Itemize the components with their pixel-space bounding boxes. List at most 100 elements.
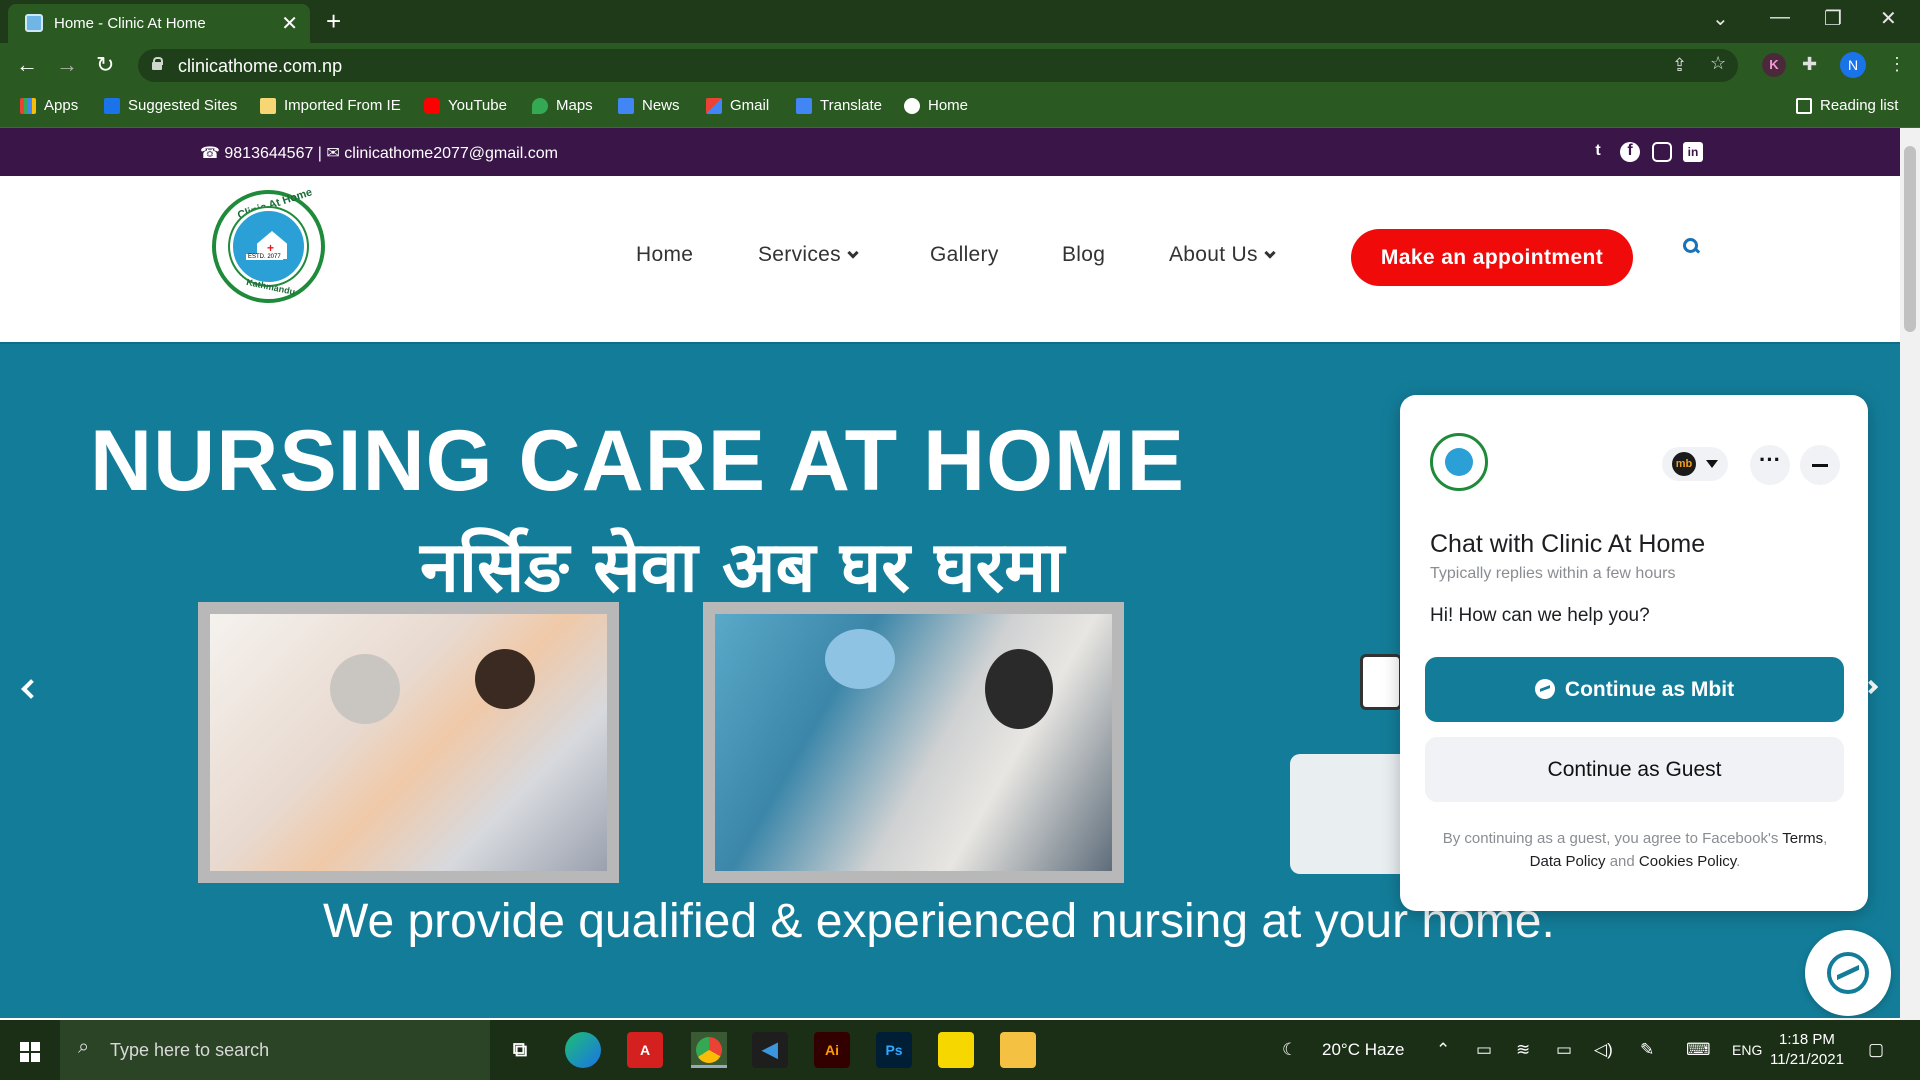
extension-k-icon[interactable]: K [1762, 53, 1786, 77]
bookmark-translate[interactable]: Translate [796, 97, 882, 114]
meet-now-icon[interactable]: ▭ [1476, 1040, 1492, 1060]
new-tab-button[interactable]: + [326, 6, 341, 37]
reading-list-button[interactable]: Reading list [1796, 97, 1898, 114]
minimize-chat-button[interactable] [1800, 445, 1840, 485]
hero-photo-nurse-with-patient [198, 602, 619, 883]
task-view-icon[interactable]: ⧉ [502, 1032, 538, 1068]
illustrator-icon[interactable]: Ai [814, 1032, 850, 1068]
linkedin-icon[interactable]: in [1683, 142, 1703, 162]
reload-button[interactable]: ↻ [96, 52, 114, 78]
nav-blog[interactable]: Blog [1062, 243, 1105, 267]
bookmark-news[interactable]: News [618, 97, 680, 114]
tab-title: Home - Clinic At Home [54, 15, 206, 32]
close-window-button[interactable]: ✕ [1880, 6, 1897, 31]
notifications-icon[interactable]: ▢ [1868, 1040, 1884, 1060]
edge-browser-icon[interactable] [565, 1032, 601, 1068]
weather-text[interactable]: 20°C Haze [1322, 1040, 1404, 1060]
show-hidden-icons-chevron-icon[interactable]: ⌃ [1436, 1040, 1450, 1060]
bookmark-home[interactable]: Home [904, 97, 968, 114]
logo-emblem: + [230, 208, 307, 285]
back-button[interactable]: ← [16, 52, 38, 78]
chrome-browser-icon[interactable] [691, 1032, 727, 1068]
continue-as-user-button[interactable]: Continue as Mbit [1425, 657, 1844, 722]
minimize-window-button[interactable]: — [1770, 6, 1790, 29]
data-policy-link[interactable]: Data Policy [1530, 853, 1606, 870]
messenger-launcher-icon[interactable] [1805, 930, 1891, 1016]
bookmark-youtube[interactable]: YouTube [424, 97, 507, 114]
scrollbar-thumb[interactable] [1904, 146, 1916, 332]
contact-info[interactable]: ☎ 9813644567 | ✉ clinicathome2077@gmail.… [200, 143, 558, 163]
windows-start-icon[interactable] [20, 1042, 40, 1062]
bookmark-imported-from-ie[interactable]: Imported From IE [260, 97, 401, 114]
chat-reply-time: Typically replies within a few hours [1430, 565, 1676, 582]
bookmark-suggested-sites[interactable]: Suggested Sites [104, 97, 237, 114]
battery-icon[interactable]: ▭ [1556, 1040, 1572, 1060]
nav-services[interactable]: Services [758, 243, 859, 267]
account-switcher[interactable]: mb [1662, 447, 1728, 481]
chevron-down-icon [847, 247, 859, 259]
extensions-puzzle-icon[interactable]: ✚ [1802, 54, 1817, 75]
bookmark-gmail[interactable]: Gmail [706, 97, 769, 114]
instagram-icon[interactable] [1652, 142, 1672, 162]
volume-icon[interactable]: ◁) [1594, 1040, 1613, 1060]
more-options-button[interactable]: ··· [1750, 445, 1790, 485]
messenger-chat-widget: mb ··· Chat with Clinic At Home Typicall… [1400, 395, 1868, 911]
language-indicator[interactable]: ENG [1732, 1042, 1762, 1058]
restore-window-button[interactable]: ❐ [1824, 6, 1842, 31]
browser-tab[interactable]: Home - Clinic At Home ✕ [8, 4, 310, 43]
caret-down-icon [1706, 460, 1718, 468]
photo-figure [475, 649, 535, 709]
nav-about-us[interactable]: About Us [1169, 243, 1276, 267]
nav-home[interactable]: Home [636, 243, 693, 267]
taskbar-search-placeholder: Type here to search [110, 1040, 270, 1060]
continue-as-guest-button[interactable]: Continue as Guest [1425, 737, 1844, 802]
taskbar-clock[interactable]: 1:18 PM 11/21/2021 [1770, 1030, 1844, 1070]
slider-prev-arrow-icon[interactable] [21, 679, 41, 699]
share-icon[interactable]: ⇪ [1672, 55, 1687, 76]
file-explorer-icon[interactable] [1000, 1032, 1036, 1068]
weather-icon[interactable]: ☾ [1282, 1040, 1297, 1060]
browser-toolbar: ← → ↻ clinicathome.com.np ⇪ ☆ K ✚ N ⋮ [0, 43, 1920, 88]
bookmark-maps[interactable]: Maps [532, 97, 593, 114]
forward-button[interactable]: → [56, 52, 78, 78]
lock-icon[interactable] [152, 57, 163, 70]
globe-icon [904, 97, 920, 114]
medical-cross-icon: + [267, 241, 275, 255]
page-scrollbar[interactable] [1900, 128, 1920, 1020]
acrobat-icon[interactable]: A [627, 1032, 663, 1068]
nav-gallery[interactable]: Gallery [930, 243, 999, 267]
tab-search-chevron-icon[interactable]: ⌄ [1712, 6, 1729, 31]
cookies-policy-link[interactable]: Cookies Policy [1639, 853, 1736, 870]
keyboard-icon[interactable]: ⌨ [1686, 1040, 1711, 1060]
search-icon[interactable] [1683, 238, 1699, 254]
browser-menu-icon[interactable]: ⋮ [1888, 54, 1906, 75]
close-tab-icon[interactable]: ✕ [281, 11, 298, 36]
make-appointment-button[interactable]: Make an appointment [1351, 229, 1633, 286]
top-contact-bar: ☎ 9813644567 | ✉ clinicathome2077@gmail.… [0, 128, 1900, 176]
vscode-icon[interactable]: ◀ [752, 1032, 788, 1068]
wifi-icon[interactable]: ≋ [1516, 1040, 1530, 1060]
url-text[interactable]: clinicathome.com.np [178, 56, 342, 77]
apps-grid-icon [20, 97, 36, 114]
news-icon [618, 97, 634, 114]
browser-tab-strip: Home - Clinic At Home ✕ + ⌄ — ❐ ✕ [0, 0, 1920, 43]
terms-link[interactable]: Terms [1782, 830, 1823, 847]
profile-avatar[interactable]: N [1840, 52, 1866, 78]
facebook-icon[interactable]: f [1620, 142, 1640, 162]
photoshop-icon[interactable]: Ps [876, 1032, 912, 1068]
chat-legal-text: By continuing as a guest, you agree to F… [1442, 830, 1828, 870]
nurse-patient-image [210, 614, 607, 871]
sticky-notes-icon[interactable] [938, 1032, 974, 1068]
site-favicon-icon [25, 14, 43, 32]
twitter-icon[interactable]: t [1588, 142, 1608, 162]
photo-figure [330, 654, 400, 724]
logo-estd: ESTD. 2077 [246, 254, 283, 260]
bookmark-apps[interactable]: Apps [20, 97, 78, 114]
bookmark-star-icon[interactable]: ☆ [1710, 53, 1726, 74]
address-bar[interactable]: clinicathome.com.np ⇪ ☆ [138, 49, 1738, 82]
windows-taskbar: ⌕ Type here to search ⧉ A ◀ Ai Ps ☾ 20°C… [0, 1020, 1920, 1080]
site-logo[interactable]: Clinic At Home + ESTD. 2077 Kathmandu [212, 186, 325, 303]
taskbar-search-box[interactable]: ⌕ Type here to search [60, 1020, 490, 1080]
hero-photo-vaccination [703, 602, 1124, 883]
pen-icon[interactable]: ✎ [1640, 1040, 1654, 1060]
